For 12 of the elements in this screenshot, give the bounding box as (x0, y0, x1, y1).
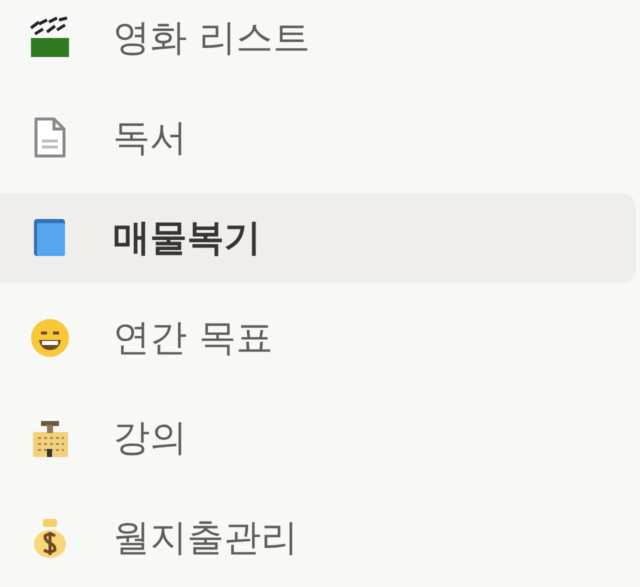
grinning-face-icon (31, 319, 69, 357)
clapper-icon (30, 16, 69, 57)
book-icon (34, 219, 65, 256)
sidebar-item[interactable]: 독서 (0, 93, 636, 183)
building-icon (33, 421, 68, 457)
sidebar-item[interactable]: 연간 목표 (0, 293, 636, 383)
money-bag-icon (34, 519, 66, 558)
sidebar-item[interactable]: 매물복기 (0, 193, 636, 283)
document-icon (34, 118, 66, 158)
sidebar-item[interactable]: 강의 (0, 393, 636, 483)
sidebar-item[interactable]: 월지출관리 (0, 493, 636, 583)
sidebar-item[interactable]: 영화 리스트 (0, 0, 636, 83)
